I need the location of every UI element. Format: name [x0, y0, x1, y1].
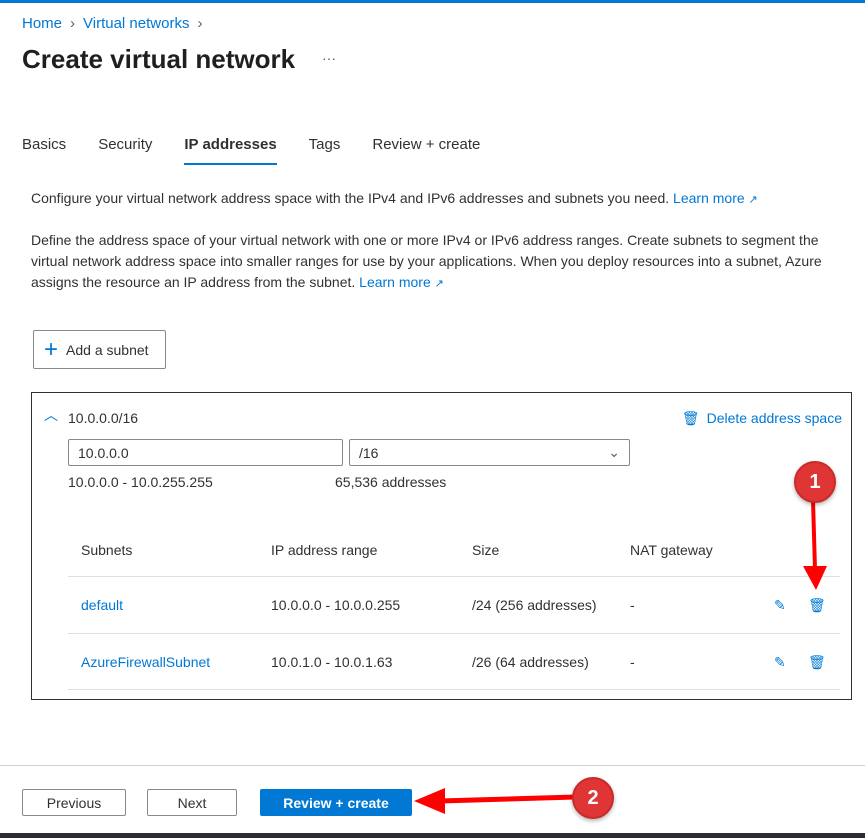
arrow-2-head [414, 788, 445, 814]
annotation-arrows [414, 499, 827, 814]
annotation-badge-1: 1 [794, 461, 836, 503]
arrow-1 [811, 499, 817, 571]
annotation-badge-2: 2 [572, 777, 614, 819]
arrow-1-head [803, 566, 827, 590]
arrow-2 [439, 794, 576, 804]
